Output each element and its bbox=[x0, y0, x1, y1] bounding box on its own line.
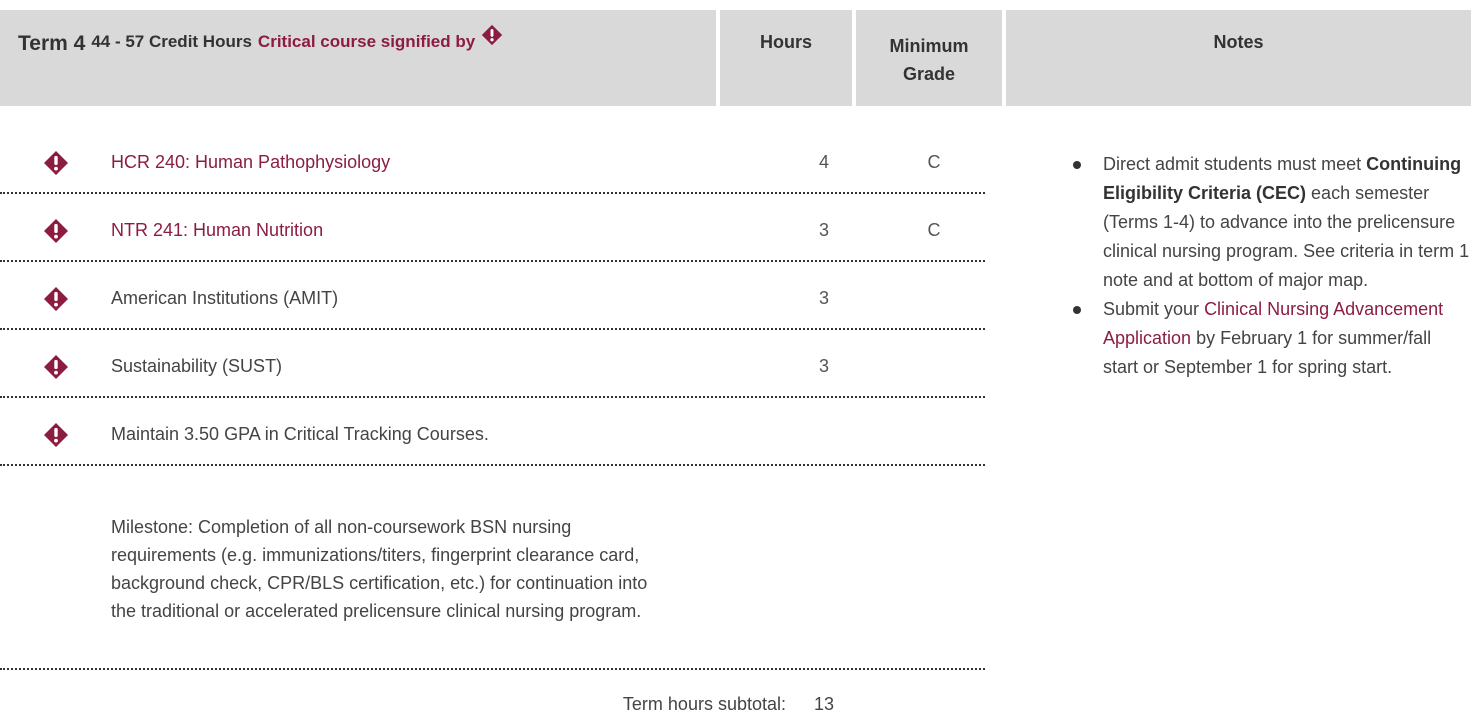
milestone-text: Milestone: Completion of all non-coursew… bbox=[111, 517, 648, 621]
row-divider bbox=[0, 464, 985, 466]
critical-diamond-icon bbox=[43, 286, 69, 312]
course-name: Sustainability (SUST) bbox=[111, 356, 283, 376]
course-link-ntr-241[interactable]: NTR 241: Human Nutrition bbox=[111, 220, 323, 241]
critical-diamond-icon bbox=[43, 218, 69, 244]
course-hours: 4 bbox=[818, 152, 829, 172]
course-min-grade: C bbox=[927, 220, 941, 240]
course-link-hcr-240[interactable]: HCR 240: Human Pathophysiology bbox=[111, 152, 390, 173]
row-divider bbox=[0, 328, 985, 330]
note-item-application: Submit your Clinical Nursing Advancement… bbox=[1070, 295, 1470, 382]
minimum-grade-header-label: Minimum Grade bbox=[890, 32, 969, 88]
critical-course-legend: Critical course signified by bbox=[257, 32, 476, 51]
major-map-term-4: Term 4 44 - 57 Credit Hours Critical cou… bbox=[0, 0, 1471, 717]
course-hours: 3 bbox=[818, 220, 829, 240]
row-divider bbox=[0, 260, 985, 262]
term-hours-subtotal-label: Term hours subtotal: bbox=[622, 694, 786, 714]
course-min-grade: C bbox=[927, 152, 941, 172]
term-hours-subtotal-value: 13 bbox=[813, 694, 835, 714]
row-divider bbox=[0, 396, 985, 398]
note-application-intro: Submit your bbox=[1103, 299, 1200, 319]
note-cec-intro: Direct admit students must meet bbox=[1103, 154, 1362, 174]
notes-header-label: Notes bbox=[1213, 32, 1264, 52]
hours-header-label: Hours bbox=[759, 32, 812, 52]
row-divider bbox=[0, 668, 985, 670]
critical-diamond-icon bbox=[481, 24, 503, 51]
notes-header: Notes bbox=[1006, 10, 1471, 106]
note-item-cec: Direct admit students must meet Continui… bbox=[1070, 150, 1470, 295]
grade-header-line2: Grade bbox=[902, 64, 956, 84]
critical-diamond-icon bbox=[43, 422, 69, 448]
course-hours: 3 bbox=[818, 356, 829, 376]
hours-header: Hours bbox=[720, 10, 852, 106]
gpa-requirement: Maintain 3.50 GPA in Critical Tracking C… bbox=[111, 424, 489, 444]
row-divider bbox=[0, 192, 985, 194]
critical-diamond-icon bbox=[43, 150, 69, 176]
grade-header-line1: Minimum bbox=[889, 36, 969, 56]
term-title: Term 4 bbox=[18, 32, 86, 55]
term-header-cell: Term 4 44 - 57 Credit Hours Critical cou… bbox=[0, 10, 716, 106]
term-credit-hours: 44 - 57 Credit Hours bbox=[91, 32, 252, 51]
critical-diamond-icon bbox=[43, 354, 69, 380]
course-name: American Institutions (AMIT) bbox=[111, 288, 339, 308]
notes-list: Direct admit students must meet Continui… bbox=[1070, 150, 1470, 382]
course-hours: 3 bbox=[818, 288, 829, 308]
table-header: Term 4 44 - 57 Credit Hours Critical cou… bbox=[0, 10, 1471, 106]
minimum-grade-header: Minimum Grade bbox=[856, 10, 1002, 106]
